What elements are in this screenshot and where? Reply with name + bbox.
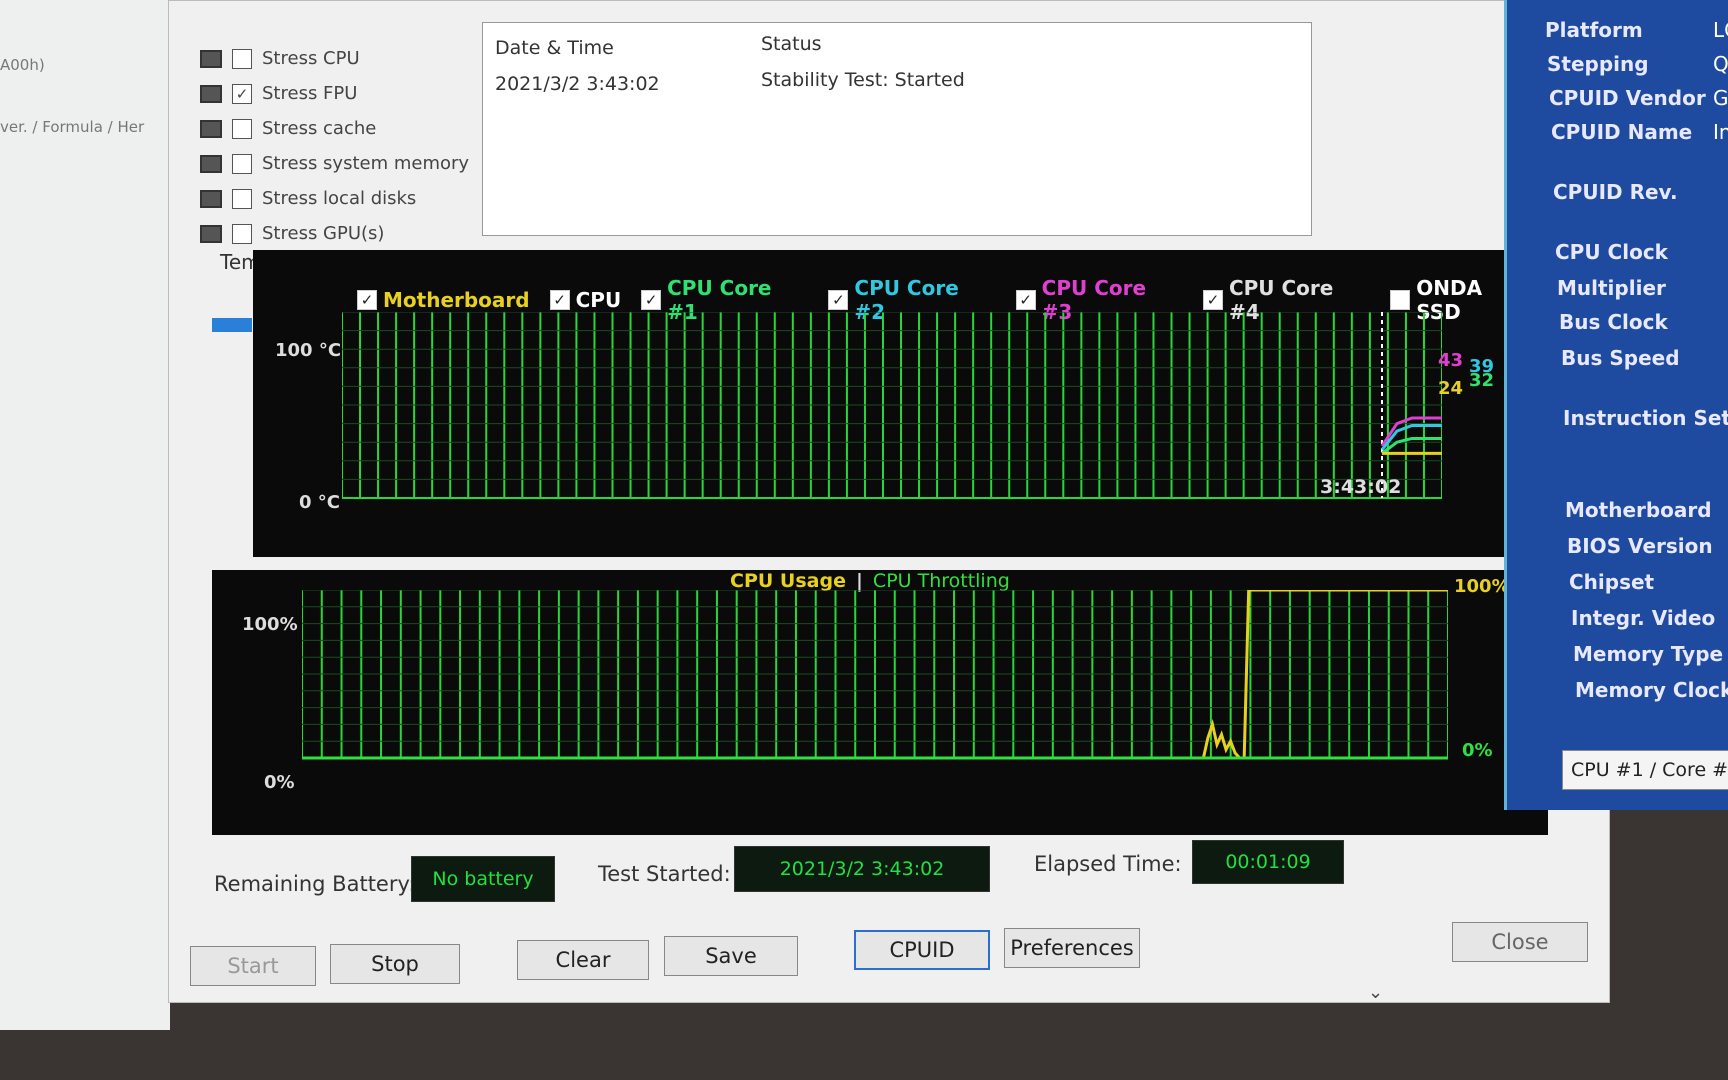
right-label-top: 100%	[1454, 576, 1510, 597]
cpu-throttling-title: CPU Throttling	[872, 570, 1010, 592]
cpuid-field-label: CPU Clock	[1555, 240, 1668, 264]
cpuid-field-value: LG	[1713, 18, 1728, 42]
row-date: 2021/3/2 3:43:02	[495, 73, 660, 95]
save-button[interactable]: Save	[664, 936, 798, 976]
legend-checkbox[interactable]: ✓	[1015, 290, 1036, 310]
start-button[interactable]: Start	[190, 946, 316, 986]
stress-label: Stress FPU	[262, 83, 358, 104]
battery-value: No battery	[411, 856, 555, 902]
memory-icon	[200, 154, 222, 173]
tab-indicator	[212, 318, 252, 332]
preferences-button[interactable]: Preferences	[1004, 928, 1140, 968]
close-button[interactable]: Close	[1452, 922, 1588, 962]
column-header-date: Date & Time	[495, 37, 614, 59]
title-separator: |	[855, 570, 863, 592]
checkbox[interactable]	[232, 188, 252, 209]
row-status: Stability Test: Started	[761, 69, 965, 91]
y-label-top: 100 °C	[275, 340, 342, 361]
cpuid-field-label: CPUID Vendor	[1549, 86, 1706, 110]
cpuid-field-label: Bus Clock	[1559, 310, 1668, 334]
right-label-bottom: 0%	[1462, 740, 1493, 761]
cpu-core-selector[interactable]: CPU #1 / Core #	[1562, 750, 1728, 790]
cpuid-field-value: G	[1713, 86, 1728, 110]
chevron-down-icon[interactable]: ⌄	[1368, 982, 1383, 1003]
temperature-plot	[342, 312, 1442, 499]
legend-checkbox[interactable]	[1390, 290, 1411, 310]
stress-label: Stress CPU	[262, 48, 360, 69]
disk-icon	[200, 189, 222, 208]
legend-checkbox[interactable]: ✓	[549, 290, 570, 310]
cpuid-field-label: CPUID Name	[1551, 120, 1693, 144]
cpu-usage-plot	[302, 590, 1448, 760]
gpu-icon	[200, 224, 222, 243]
cpuid-field-label: Multiplier	[1557, 276, 1666, 300]
legend-checkbox[interactable]: ✓	[1203, 290, 1223, 310]
stress-label: Stress GPU(s)	[262, 223, 385, 244]
legend-checkbox[interactable]: ✓	[357, 290, 377, 310]
column-header-status: Status	[761, 33, 822, 55]
background-text: A00h)	[0, 56, 45, 74]
cpuid-field-label: CPUID Rev.	[1553, 180, 1678, 204]
cpuid-field-label: Chipset	[1569, 570, 1655, 594]
cpuid-button[interactable]: CPUID	[854, 930, 990, 970]
stress-option[interactable]: Stress CPU	[200, 48, 360, 69]
cpuid-field-value: In	[1713, 120, 1728, 144]
y-label-bottom: 0%	[264, 772, 295, 793]
cpuid-field-label: Motherboard	[1565, 498, 1712, 522]
stress-option[interactable]: Stress GPU(s)	[200, 223, 384, 244]
legend-checkbox[interactable]: ✓	[641, 290, 662, 310]
cpuid-field-label: Stepping	[1547, 52, 1649, 76]
checkbox[interactable]	[232, 118, 252, 139]
stress-label: Stress local disks	[262, 188, 417, 209]
checkbox[interactable]	[232, 153, 252, 174]
legend-label: CPU	[575, 288, 622, 312]
cpuid-field-value: Q	[1713, 52, 1728, 76]
clear-button[interactable]: Clear	[517, 940, 649, 980]
cpuid-field-label: Bus Speed	[1561, 346, 1680, 370]
cpuid-panel: Platform Stepping CPUID Vendor CPUID Name CP…	[1504, 0, 1728, 810]
legend-label: Motherboard	[383, 288, 530, 312]
elapsed-time-value: 00:01:09	[1192, 840, 1344, 884]
temperature-chart: ✓ Motherboard ✓ CPU ✓ CPU Core #1 ✓ CPU Core #2…	[253, 250, 1533, 557]
cpuid-field-label: Instruction Set	[1563, 406, 1728, 430]
battery-label: Remaining Battery:	[214, 872, 416, 896]
stop-button[interactable]: Stop	[330, 944, 460, 984]
background-window: A00h) ver. / Formula / Her	[0, 0, 170, 1030]
cache-icon	[200, 119, 222, 138]
stress-option[interactable]: Stress local disks	[200, 188, 416, 209]
background-text: ver. / Formula / Her	[0, 118, 145, 136]
legend-checkbox[interactable]: ✓	[828, 290, 849, 310]
checkbox[interactable]	[232, 48, 252, 69]
status-table: Date & Time Status 2021/3/2 3:43:02 Stab…	[482, 22, 1312, 236]
fpu-icon	[200, 84, 222, 103]
test-started-label: Test Started:	[598, 862, 731, 886]
elapsed-time-label: Elapsed Time:	[1034, 852, 1182, 876]
cpuid-field-label: Integr. Video	[1571, 606, 1716, 630]
stress-option[interactable]: Stress cache	[200, 118, 376, 139]
checkbox[interactable]: ✓	[232, 83, 252, 104]
cpu-icon	[200, 49, 222, 68]
test-started-value: 2021/3/2 3:43:02	[734, 846, 990, 892]
cpu-usage-chart: CPU Usage | CPU Throttling 100% 0% 100% …	[212, 570, 1548, 835]
end-value-label: 24	[1438, 378, 1464, 399]
stress-option[interactable]: Stress system memory	[200, 153, 469, 174]
y-label-top: 100%	[242, 614, 298, 635]
cpuid-field-label: Memory Clock	[1575, 678, 1728, 702]
time-marker-label: 3:43:02	[1320, 476, 1402, 498]
end-value-label: 32	[1469, 370, 1495, 391]
cpu-usage-title: CPU Usage	[730, 570, 846, 592]
cpuid-field-label: BIOS Version	[1567, 534, 1713, 558]
cpuid-field-label: Platform	[1545, 18, 1643, 42]
end-value-label: 43	[1438, 350, 1464, 371]
y-label-bottom: 0 °C	[299, 492, 341, 513]
stress-label: Stress cache	[262, 118, 377, 139]
checkbox[interactable]	[232, 223, 252, 244]
stress-option[interactable]: ✓ Stress FPU	[200, 83, 357, 104]
stress-label: Stress system memory	[262, 153, 470, 174]
cpuid-field-label: Memory Type	[1573, 642, 1724, 666]
